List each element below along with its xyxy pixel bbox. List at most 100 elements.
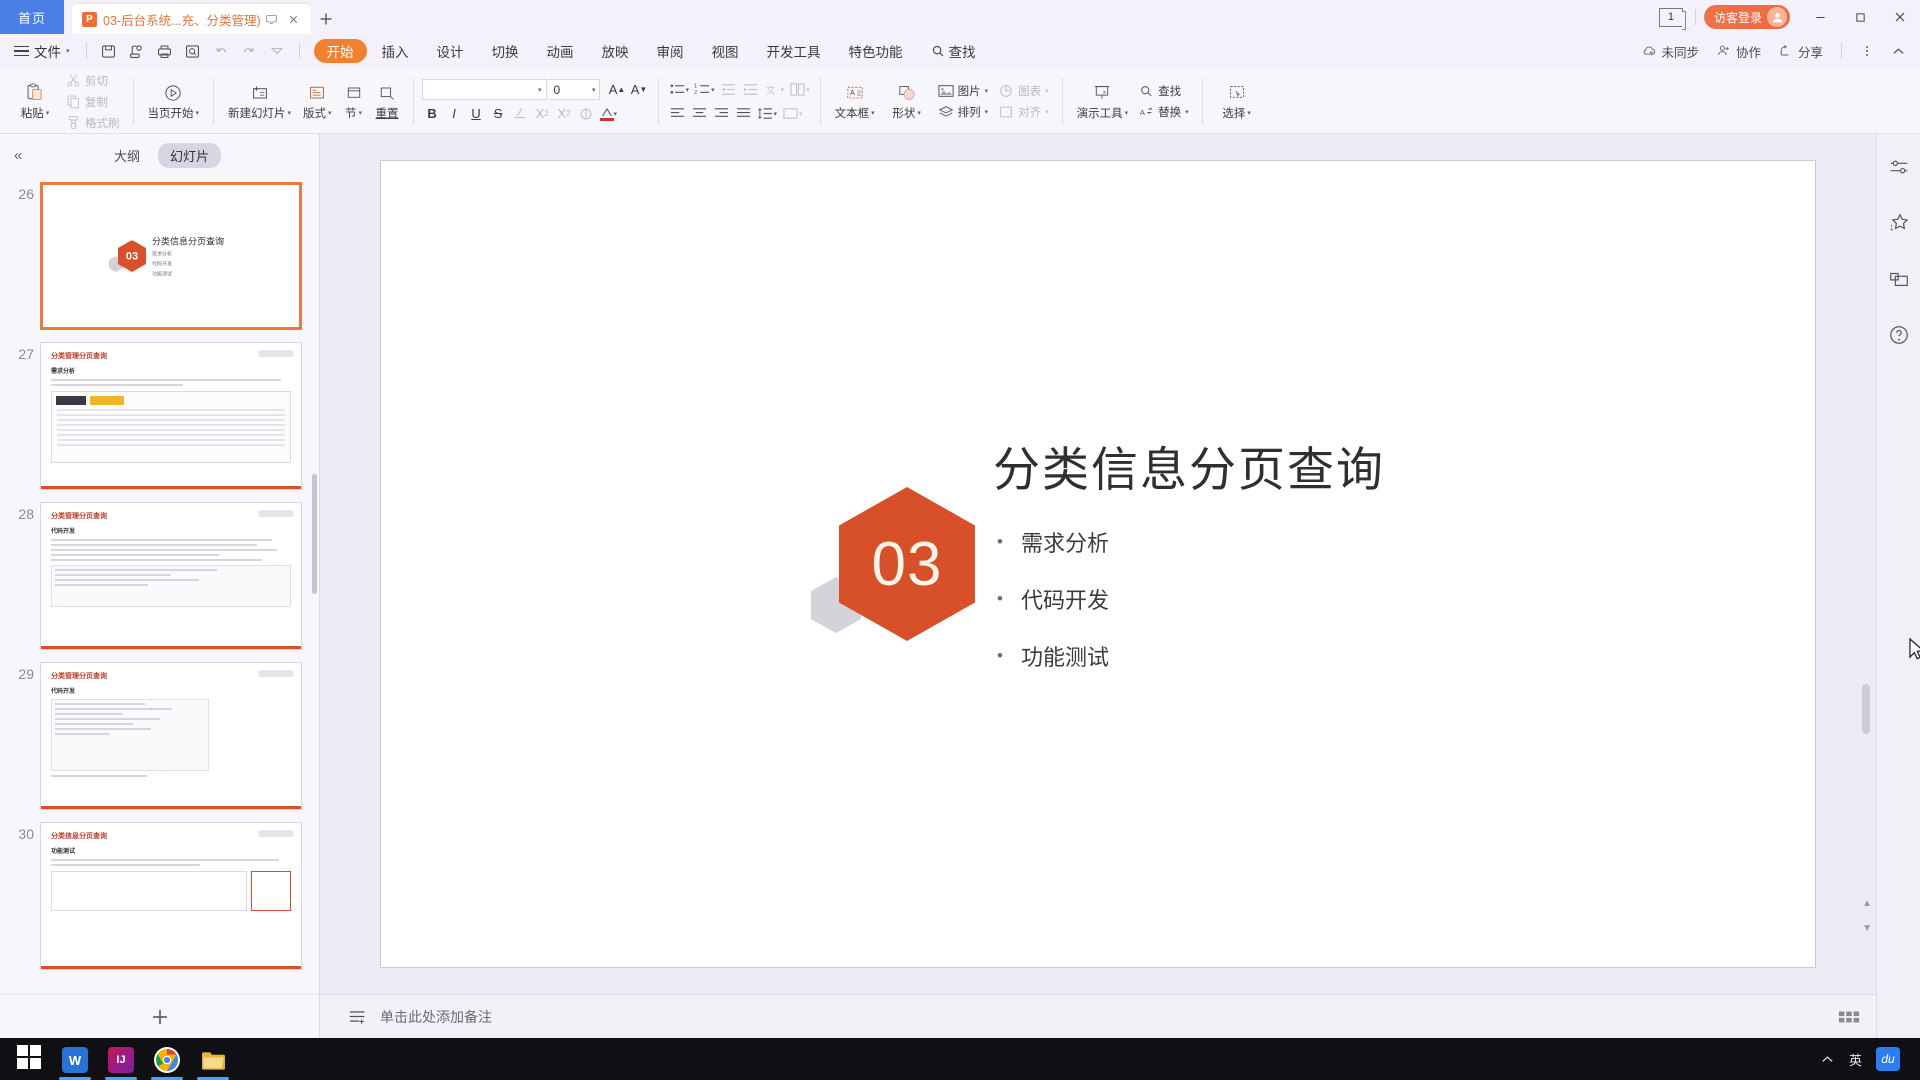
show-hidden-icons-icon[interactable] [1820,1052,1835,1067]
list-item[interactable]: 28 分类管理分页查询 代码开发 [0,496,319,656]
canvas-scrollbar-track[interactable] [1862,284,1870,874]
tab-animation[interactable]: 动画 [534,39,587,63]
font-family-select[interactable]: ▾ [421,79,547,100]
tab-outline[interactable]: 大纲 [102,143,152,168]
font-size-select[interactable]: 0 ▾ [547,79,600,100]
tab-slides[interactable]: 幻灯片 [158,142,222,168]
slide-frame-icon[interactable] [1884,264,1914,294]
section-button[interactable]: 节 ▾ [338,70,370,133]
tab-start[interactable]: 开始 [313,39,367,63]
slide-thumbnail[interactable]: 分类管理分页查询 代码开发 [40,662,302,810]
restore-tab-icon[interactable] [261,8,283,30]
collaborate-button[interactable]: 协作 [1709,39,1768,63]
minimize-icon[interactable] [1800,2,1840,32]
reset-button[interactable]: 重置 [370,70,405,133]
text-color-icon[interactable]: ▾ [598,103,620,124]
sync-status-button[interactable]: 未同步 [1634,39,1706,63]
bold-button[interactable]: B [422,103,443,124]
align-objects-button[interactable]: 对齐 ▾ [995,103,1052,122]
save-as-cloud-icon[interactable] [123,38,151,64]
align-left-icon[interactable] [667,103,688,124]
ai-magic-star-icon[interactable] [1884,208,1914,238]
decrease-font-size-icon[interactable]: A ▼ [629,79,650,100]
canvas-scrollbar-thumb[interactable] [1862,684,1870,734]
tab-find[interactable]: 查找 [918,39,989,63]
tab-transition[interactable]: 切换 [479,39,532,63]
save-icon[interactable] [95,38,123,64]
replace-button[interactable]: A 替换 ▾ [1136,103,1192,122]
tab-slideshow[interactable]: 放映 [589,39,642,63]
redo-icon[interactable] [235,38,263,64]
slide-canvas[interactable]: 03 分类信息分页查询 需求分析 代码开发 功能测试 [381,161,1815,967]
chart-button[interactable]: 图表 ▾ [995,82,1052,101]
slide-text-block[interactable]: 分类信息分页查询 需求分析 代码开发 功能测试 [993,431,1385,697]
collapse-ribbon-icon[interactable] [1884,38,1912,64]
properties-sliders-icon[interactable] [1884,152,1914,182]
subscript-icon[interactable]: X2 [554,103,575,124]
start-from-page-button[interactable]: 当页开始 ▾ [142,70,206,133]
decrease-indent-icon[interactable] [718,79,739,100]
undo-icon[interactable] [207,38,235,64]
layout-button[interactable]: 版式 ▾ [297,70,338,133]
help-question-icon[interactable] [1884,320,1914,350]
tab-developer-tools[interactable]: 开发工具 [754,39,834,63]
align-justify-icon[interactable] [733,103,754,124]
increase-indent-icon[interactable] [740,79,761,100]
picture-button[interactable]: 图片 ▾ [935,82,992,101]
bullet-list-icon[interactable]: ▾ [667,79,692,100]
baidu-input-icon[interactable]: du [1876,1047,1900,1071]
copy-button[interactable]: 复制 [63,92,123,111]
new-slide-button[interactable]: 新建幻灯片 ▾ [222,70,297,133]
scroll-up-icon[interactable]: ▲ [1862,898,1872,909]
format-painter-button[interactable]: 格式刷 [63,113,123,132]
align-center-icon[interactable] [689,103,710,124]
list-item[interactable]: 29 分类管理分页查询 代码开发 [0,656,319,816]
close-tab-icon[interactable] [283,8,305,30]
slide-thumbnail[interactable]: 03 分类信息分页查询 需求分析 代码开发 功能测试 [40,182,302,330]
tab-insert[interactable]: 插入 [369,39,422,63]
canvas-scroll-arrows[interactable]: ▲ ▼ [1862,898,1872,934]
guest-login-button[interactable]: 访客登录 [1703,5,1790,29]
columns-icon[interactable]: ▾ [787,79,812,100]
slide-thumbnail[interactable]: 分类管理分页查询 代码开发 [40,502,302,650]
find-button[interactable]: 查找 [1136,82,1192,101]
hexagon-graphic[interactable]: 03 [811,487,975,641]
numbered-list-icon[interactable]: 12 ▾ [692,79,717,100]
list-item[interactable]: 30 分类信息分页查询 功能测试 [0,816,319,976]
tab-view[interactable]: 视图 [699,39,752,63]
add-slide-icon[interactable] [150,1007,170,1027]
italic-button[interactable]: I [444,103,465,124]
wps-office-icon[interactable]: W [52,1038,98,1080]
document-tab[interactable]: P 03-后台系统...充、分类管理) [72,4,311,34]
print-icon[interactable] [151,38,179,64]
ime-language-indicator[interactable]: 英 [1849,1050,1862,1069]
list-item[interactable]: 26 03 分类信息分页查询 需求分析 代码开发 功能测试 [0,176,319,336]
maximize-icon[interactable] [1840,2,1880,32]
scroll-down-icon[interactable]: ▼ [1862,923,1872,934]
tab-special-features[interactable]: 特色功能 [836,39,916,63]
collapse-panel-icon[interactable]: « [14,147,40,164]
slide-panel-scrollbar[interactable] [312,474,317,594]
present-tools-button[interactable]: 演示工具 ▾ [1071,70,1135,133]
superscript-icon[interactable]: X2 [532,103,553,124]
textbox-button[interactable]: A 文本框 ▾ [829,70,881,133]
list-item[interactable]: 27 分类管理分页查询 需求分析 [0,336,319,496]
notes-bar[interactable]: 单击此处添加备注 [320,994,1876,1038]
slide-thumbnail[interactable]: 分类管理分页查询 需求分析 [40,342,302,490]
windows-start-icon[interactable] [6,1038,52,1080]
underline-button[interactable]: U [466,103,487,124]
shape-button[interactable]: 形状 ▾ [881,70,933,133]
text-direction-icon[interactable]: 文 ▾ [762,79,787,100]
intellij-idea-icon[interactable]: IJ [98,1038,144,1080]
file-explorer-icon[interactable] [190,1038,236,1080]
share-button[interactable]: 分享 [1771,39,1830,63]
customize-quick-access-icon[interactable] [263,38,291,64]
line-spacing-icon[interactable]: ▾ [755,103,780,124]
page-count-badge[interactable]: 1 [1658,7,1686,30]
slide-thumbnail[interactable]: 分类信息分页查询 功能测试 [40,822,302,970]
increase-font-size-icon[interactable]: A ▲ [607,79,628,100]
home-tab[interactable]: 首页 [0,0,64,34]
paragraph-shading-icon[interactable]: ▾ [780,103,805,124]
tab-review[interactable]: 审阅 [644,39,697,63]
new-tab-icon[interactable] [311,4,341,34]
